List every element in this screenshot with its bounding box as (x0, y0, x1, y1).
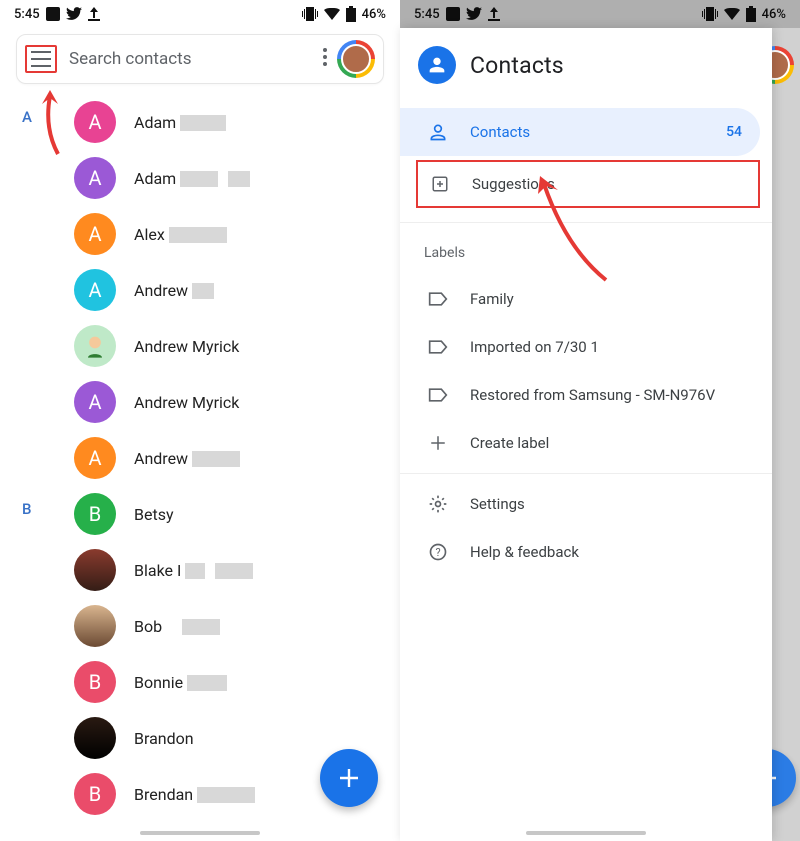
more-icon[interactable] (317, 42, 333, 76)
contact-avatar: A (74, 381, 116, 423)
contacts-count: 54 (726, 124, 742, 140)
phone-right: 5:45 46% Contacts Contacts 54 (400, 0, 800, 841)
contact-name: Alex (134, 225, 227, 244)
contact-row[interactable]: A Andrew (0, 430, 400, 486)
status-battery: 46% (362, 7, 386, 22)
contact-avatar: A (74, 157, 116, 199)
nav-item-contacts[interactable]: Contacts 54 (400, 108, 760, 156)
contact-avatar: A (74, 213, 116, 255)
contact-row[interactable]: A Andrew Myrick (0, 374, 400, 430)
photos-icon (46, 7, 60, 21)
contact-row[interactable]: A Adam (0, 150, 400, 206)
contact-name: Bonnie (134, 673, 227, 692)
upload-icon (88, 7, 100, 21)
status-bar: 5:45 46% (0, 0, 400, 28)
suggestions-icon (428, 175, 452, 193)
contact-row[interactable]: Blake I (0, 542, 400, 598)
contact-avatar: B (74, 773, 116, 815)
contacts-list[interactable]: A B AAdamAAdamAAlexAAndrewAndrew MyrickA… (0, 94, 400, 841)
contact-row[interactable]: B Bonnie (0, 654, 400, 710)
drawer-header: Contacts (400, 28, 772, 108)
divider (400, 473, 772, 474)
labels-header: Labels (400, 229, 772, 275)
nav-label: Contacts (470, 123, 726, 141)
search-input[interactable]: Search contacts (69, 49, 317, 69)
label-item[interactable]: Family (400, 275, 772, 323)
contact-avatar (74, 605, 116, 647)
contact-name: Adam (134, 169, 250, 188)
contact-row[interactable]: A Alex (0, 206, 400, 262)
drawer-title: Contacts (470, 52, 564, 79)
search-bar[interactable]: Search contacts (16, 34, 384, 84)
contact-avatar (74, 325, 116, 367)
contact-avatar (74, 717, 116, 759)
svg-text:?: ? (435, 546, 440, 559)
twitter-icon (66, 7, 82, 21)
label-item[interactable]: Imported on 7/30 1 (400, 323, 772, 371)
contact-name: Andrew Myrick (134, 337, 239, 356)
label-icon (426, 291, 450, 307)
battery-icon (346, 6, 356, 22)
settings-text: Settings (470, 495, 754, 513)
contact-row[interactable]: Bob (0, 598, 400, 654)
contact-name: Bob (134, 617, 220, 636)
label-text: Restored from Samsung - SM-N976V (470, 386, 754, 404)
label-text: Imported on 7/30 1 (470, 338, 754, 356)
contact-name: Andrew (134, 281, 214, 300)
contact-avatar: A (74, 437, 116, 479)
contact-name: Andrew (134, 449, 240, 468)
gear-icon (426, 494, 450, 514)
label-icon (426, 339, 450, 355)
contact-name: Andrew Myrick (134, 393, 239, 412)
contacts-app-icon (418, 46, 456, 84)
person-icon (426, 122, 450, 142)
contact-name: Betsy (134, 505, 174, 524)
label-icon (426, 387, 450, 403)
nav-handle[interactable] (140, 831, 260, 835)
help-item[interactable]: ? Help & feedback (400, 528, 772, 576)
create-label-text: Create label (470, 434, 754, 452)
menu-icon[interactable] (31, 51, 51, 67)
add-contact-fab[interactable] (320, 749, 378, 807)
contact-avatar: B (74, 661, 116, 703)
contact-row[interactable]: A Andrew (0, 262, 400, 318)
contact-row[interactable]: A Adam (0, 94, 400, 150)
hamburger-highlight (25, 45, 57, 73)
nav-item-suggestions[interactable]: Suggestions (416, 160, 760, 208)
help-text: Help & feedback (470, 543, 754, 561)
contact-avatar: A (74, 269, 116, 311)
plus-icon (426, 434, 450, 452)
contact-avatar: B (74, 493, 116, 535)
contact-name: Blake I (134, 561, 253, 580)
contact-avatar (74, 549, 116, 591)
nav-drawer: Contacts Contacts 54 Suggestions Labels … (400, 28, 772, 841)
vibrate-icon (302, 7, 318, 21)
help-icon: ? (426, 542, 450, 562)
contact-name: Adam (134, 113, 226, 132)
contact-name: Brandon (134, 729, 194, 748)
status-time: 5:45 (14, 7, 40, 22)
label-text: Family (470, 290, 754, 308)
contact-row[interactable]: B Betsy (0, 486, 400, 542)
nav-label: Suggestions (472, 175, 740, 193)
contact-name: Brendan (134, 785, 255, 804)
wifi-icon (324, 8, 340, 20)
contact-avatar: A (74, 101, 116, 143)
settings-item[interactable]: Settings (400, 480, 772, 528)
section-index-a: A (22, 108, 32, 126)
label-item[interactable]: Restored from Samsung - SM-N976V (400, 371, 772, 419)
account-avatar[interactable] (337, 40, 375, 78)
create-label-item[interactable]: Create label (400, 419, 772, 467)
divider (400, 222, 772, 223)
nav-handle[interactable] (526, 831, 646, 835)
plus-icon (337, 766, 361, 790)
phone-left: 5:45 46% Search contacts A B AAdamAAdamA… (0, 0, 400, 841)
contact-row[interactable]: Andrew Myrick (0, 318, 400, 374)
section-index-b: B (22, 500, 31, 518)
